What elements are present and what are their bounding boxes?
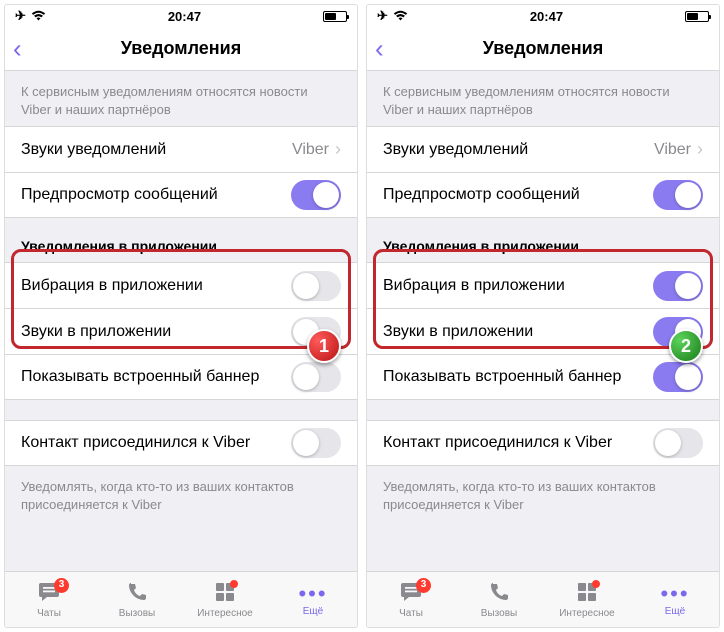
contact-joined-row: Контакт присоединился к Viber: [367, 420, 719, 466]
tab-calls[interactable]: Вызовы: [455, 572, 543, 627]
cell-label: Звуки в приложении: [383, 323, 653, 341]
page-title: Уведомления: [121, 38, 242, 59]
sounds-inapp-row: Звуки в приложении: [5, 308, 357, 354]
settings-content: К сервисным уведомлениям относятся новос…: [5, 71, 357, 571]
battery-icon: [323, 11, 347, 22]
tab-more[interactable]: ••• Ещё: [631, 572, 719, 627]
banner-row: Показывать встроенный баннер: [5, 354, 357, 400]
contact-note: Уведомлять, когда кто-то из ваших контак…: [367, 466, 719, 521]
tab-bar: 3 Чаты Вызовы Интересное ••• Ещё: [5, 571, 357, 627]
cell-label: Контакт присоединился к Viber: [21, 434, 291, 452]
chevron-right-icon: ›: [335, 139, 341, 160]
cell-label: Контакт присоединился к Viber: [383, 434, 653, 452]
status-time: 20:47: [530, 9, 563, 24]
chat-icon: 3: [37, 581, 61, 607]
tab-chats[interactable]: 3 Чаты: [367, 572, 455, 627]
contact-note: Уведомлять, когда кто-то из ваших контак…: [5, 466, 357, 521]
tab-label: Вызовы: [481, 608, 517, 619]
contact-joined-row: Контакт присоединился к Viber: [5, 420, 357, 466]
cell-label: Показывать встроенный баннер: [21, 368, 291, 386]
tab-label: Вызовы: [119, 608, 155, 619]
contact-joined-toggle[interactable]: [291, 428, 341, 458]
back-button[interactable]: ‹: [13, 33, 22, 64]
message-preview-row: Предпросмотр сообщений: [367, 172, 719, 218]
tab-interesting[interactable]: Интересное: [543, 572, 631, 627]
cell-label: Показывать встроенный баннер: [383, 368, 653, 386]
banner-toggle[interactable]: [653, 362, 703, 392]
tab-more[interactable]: ••• Ещё: [269, 572, 357, 627]
chevron-right-icon: ›: [697, 139, 703, 160]
cell-label: Предпросмотр сообщений: [383, 186, 653, 204]
more-icon: •••: [298, 583, 327, 605]
tab-label: Интересное: [559, 608, 615, 619]
nav-header: ‹ Уведомления: [367, 27, 719, 71]
status-bar: ✈ 20:47: [5, 5, 357, 27]
notification-sounds-row[interactable]: Звуки уведомлений Viber ›: [5, 126, 357, 172]
cell-label: Звуки уведомлений: [21, 141, 292, 159]
chats-badge: 3: [416, 578, 431, 593]
message-preview-row: Предпросмотр сообщений: [5, 172, 357, 218]
airplane-icon: ✈: [377, 8, 388, 24]
notification-sounds-row[interactable]: Звуки уведомлений Viber ›: [367, 126, 719, 172]
grid-icon: [576, 581, 598, 607]
cell-label: Вибрация в приложении: [21, 277, 291, 295]
back-button[interactable]: ‹: [375, 33, 384, 64]
tab-chats[interactable]: 3 Чаты: [5, 572, 93, 627]
tab-label: Ещё: [303, 606, 323, 617]
grid-icon: [214, 581, 236, 607]
wifi-icon: [393, 9, 408, 24]
cell-label: Вибрация в приложении: [383, 277, 653, 295]
tab-label: Интересное: [197, 608, 253, 619]
more-icon: •••: [660, 583, 689, 605]
cell-value: Viber: [654, 141, 691, 159]
cell-label: Звуки уведомлений: [383, 141, 654, 159]
status-time: 20:47: [168, 9, 201, 24]
banner-toggle[interactable]: [291, 362, 341, 392]
vibration-toggle[interactable]: [653, 271, 703, 301]
screen-right: ✈ 20:47 ‹ Уведомления К сервисным уведом…: [366, 4, 720, 628]
message-preview-toggle[interactable]: [653, 180, 703, 210]
cell-value: Viber: [292, 141, 329, 159]
chats-badge: 3: [54, 578, 69, 593]
page-title: Уведомления: [483, 38, 604, 59]
service-note: К сервисным уведомлениям относятся новос…: [367, 71, 719, 126]
tab-label: Чаты: [399, 608, 423, 619]
step-badge-1: 1: [307, 329, 341, 363]
settings-content: К сервисным уведомлениям относятся новос…: [367, 71, 719, 571]
tab-label: Ещё: [665, 606, 685, 617]
phone-icon: [126, 581, 148, 607]
cell-label: Предпросмотр сообщений: [21, 186, 291, 204]
tab-label: Чаты: [37, 608, 61, 619]
vibration-row: Вибрация в приложении: [5, 262, 357, 308]
section-inapp: Уведомления в приложении: [367, 218, 719, 262]
banner-row: Показывать встроенный баннер: [367, 354, 719, 400]
nav-header: ‹ Уведомления: [5, 27, 357, 71]
airplane-icon: ✈: [15, 8, 26, 24]
vibration-toggle[interactable]: [291, 271, 341, 301]
step-badge-2: 2: [669, 329, 703, 363]
status-bar: ✈ 20:47: [367, 5, 719, 27]
cell-label: Звуки в приложении: [21, 323, 291, 341]
tab-bar: 3 Чаты Вызовы Интересное ••• Ещё: [367, 571, 719, 627]
tab-interesting[interactable]: Интересное: [181, 572, 269, 627]
battery-icon: [685, 11, 709, 22]
contact-joined-toggle[interactable]: [653, 428, 703, 458]
tab-calls[interactable]: Вызовы: [93, 572, 181, 627]
phone-icon: [488, 581, 510, 607]
wifi-icon: [31, 9, 46, 24]
vibration-row: Вибрация в приложении: [367, 262, 719, 308]
chat-icon: 3: [399, 581, 423, 607]
section-inapp: Уведомления в приложении: [5, 218, 357, 262]
notification-dot: [230, 580, 238, 588]
sounds-inapp-row: Звуки в приложении: [367, 308, 719, 354]
screen-left: ✈ 20:47 ‹ Уведомления К сервисным уведом…: [4, 4, 358, 628]
message-preview-toggle[interactable]: [291, 180, 341, 210]
notification-dot: [592, 580, 600, 588]
service-note: К сервисным уведомлениям относятся новос…: [5, 71, 357, 126]
